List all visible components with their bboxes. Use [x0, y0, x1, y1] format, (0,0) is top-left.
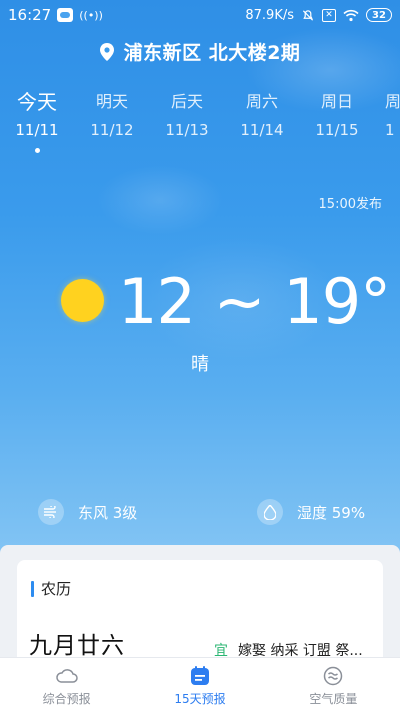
card-title: 农历 [31, 578, 71, 599]
location-header[interactable]: 浦东新区 北大楼2期 [0, 38, 400, 65]
day-date: 11/14 [240, 121, 284, 139]
battery-indicator: 32 [366, 8, 392, 22]
status-bar: 16:27 ((•)) 87.9K/s ✕ 32 [0, 0, 400, 30]
active-indicator-dot [34, 148, 40, 153]
day-name: 明天 [95, 92, 128, 111]
hotspot-icon: ((•)) [79, 8, 103, 22]
day-tab-day-after[interactable]: 后天 11/13 [152, 88, 222, 139]
day-date: 1 [385, 121, 395, 139]
wind-text: 东风 3级 [78, 503, 138, 522]
lower-panel: 农历 九月廿六 宜 嫁娶 纳采 订盟 祭... [0, 545, 400, 670]
day-tab-tomorrow[interactable]: 明天 11/12 [77, 88, 147, 139]
wind-icon [38, 499, 64, 525]
bell-off-icon [302, 9, 314, 21]
location-name: 浦东新区 北大楼2期 [123, 42, 301, 64]
air-quality-icon [322, 665, 344, 687]
day-date: 11/11 [15, 121, 59, 139]
day-name: 周 [385, 92, 400, 111]
day-name: 周六 [245, 92, 278, 111]
sun-icon [61, 279, 104, 322]
nav-item-overview[interactable]: 综合预报 [0, 658, 133, 710]
day-tabs: 今天 11/11 明天 11/12 后天 11/13 周六 11/14 周日 1… [0, 88, 400, 158]
day-tab-today[interactable]: 今天 11/11 [2, 88, 72, 153]
day-date: 11/13 [165, 121, 209, 139]
wifi-icon [343, 9, 359, 21]
humidity-text: 湿度 59% [297, 503, 366, 522]
lunar-date: 九月廿六 [29, 633, 125, 659]
humidity-info: 湿度 59% [257, 499, 365, 525]
nav-item-air-quality[interactable]: 空气质量 [267, 658, 400, 710]
net-speed: 87.9K/s [245, 7, 294, 23]
title-accent-bar [31, 580, 34, 597]
x-box-icon: ✕ [322, 8, 336, 22]
lunar-card[interactable]: 农历 九月廿六 宜 嫁娶 纳采 订盟 祭... [17, 560, 383, 670]
day-tab-sunday[interactable]: 周日 11/15 [302, 88, 372, 139]
publish-time: 15:00发布 [318, 197, 382, 212]
day-tab-partial[interactable]: 周 1 [385, 88, 400, 139]
water-drop-icon [257, 499, 283, 525]
main-weather: 12 ~ 19° [0, 262, 400, 342]
location-pin-icon [99, 42, 114, 61]
nav-label: 15天预报 [174, 692, 226, 706]
day-date: 11/12 [90, 121, 134, 139]
day-name: 后天 [170, 92, 203, 111]
nav-label: 空气质量 [309, 692, 358, 706]
nav-item-15day[interactable]: 15天预报 [133, 658, 266, 710]
day-name: 今天 [17, 90, 57, 114]
weather-details: 东风 3级 湿度 59% [0, 499, 400, 529]
bottom-nav: 综合预报 15天预报 空气质量 [0, 657, 400, 710]
day-name: 周日 [320, 92, 353, 111]
weather-condition: 晴 [191, 354, 209, 375]
day-tab-saturday[interactable]: 周六 11/14 [227, 88, 297, 139]
status-time: 16:27 [8, 6, 52, 24]
calendar-icon [189, 665, 211, 687]
cloud-icon [55, 665, 78, 687]
lunar-title: 农历 [41, 580, 72, 598]
wind-info: 东风 3级 [38, 499, 137, 525]
day-date: 11/15 [315, 121, 359, 139]
temperature-range: 12 ~ 19° [118, 265, 391, 338]
weather-app-icon [57, 8, 74, 22]
nav-label: 综合预报 [42, 692, 91, 706]
